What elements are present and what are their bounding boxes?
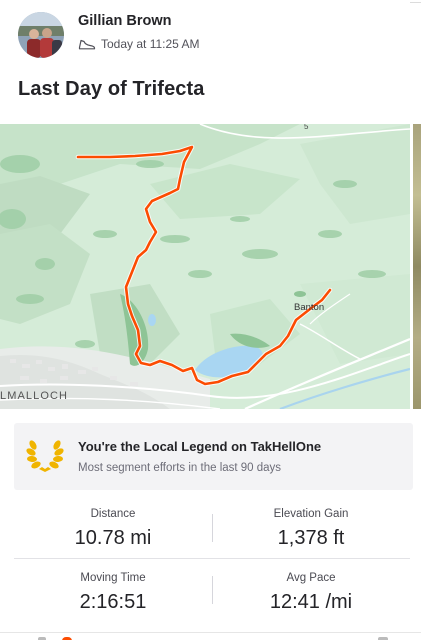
map-village-label: Banton <box>294 302 325 313</box>
stat-label: Elevation Gain <box>273 508 349 520</box>
athlete-name[interactable]: Gillian Brown <box>78 13 171 29</box>
route-map[interactable]: 5 Banton LMALLOCH <box>0 124 410 409</box>
stat-value: 10.78 mi <box>74 527 152 549</box>
stat-avg-pace: Avg Pace 12:41 /mi <box>212 572 410 614</box>
stat-label: Distance <box>90 508 136 520</box>
stats-row-divider <box>14 558 410 559</box>
stat-value: 1,378 ft <box>277 527 345 549</box>
stat-value: 2:16:51 <box>79 591 147 613</box>
avatar[interactable] <box>18 12 64 58</box>
stat-distance: Distance 10.78 mi <box>14 508 212 550</box>
activity-meta: Today at 11:25 AM <box>78 37 200 51</box>
activity-title[interactable]: Last Day of Trifecta <box>18 78 205 101</box>
action-bar <box>0 632 421 640</box>
activity-header: Gillian Brown Today at 11:25 AM <box>18 12 411 60</box>
stat-label: Avg Pace <box>286 572 336 584</box>
map-town-label: LMALLOCH <box>0 390 69 402</box>
local-legend-card[interactable]: You're the Local Legend on TakHellOne Mo… <box>14 423 413 490</box>
top-strip <box>0 0 421 4</box>
stat-value: 12:41 /mi <box>269 591 353 613</box>
map-road-label: 5 <box>304 124 309 131</box>
laurel-icon <box>26 440 64 472</box>
stat-moving-time: Moving Time 2:16:51 <box>14 572 212 614</box>
legend-subtitle: Most segment efforts in the last 90 days <box>78 462 282 474</box>
stat-label: Moving Time <box>80 572 146 584</box>
legend-title: You're the Local Legend on TakHellOne <box>78 439 322 454</box>
shoe-icon <box>78 39 96 50</box>
activity-stats: Distance 10.78 mi Elevation Gain 1,378 f… <box>14 500 410 630</box>
photo-thumbnail-edge[interactable] <box>413 124 421 409</box>
stat-elevation-gain: Elevation Gain 1,378 ft <box>212 508 410 550</box>
activity-timestamp: Today at 11:25 AM <box>101 37 200 51</box>
